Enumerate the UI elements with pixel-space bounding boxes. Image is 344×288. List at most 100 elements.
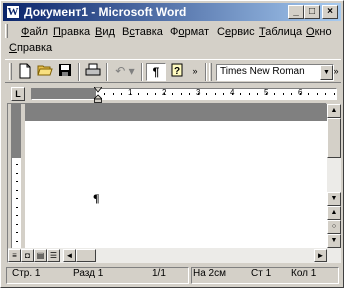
ruler-tick <box>308 93 309 95</box>
menu-window[interactable]: Окно <box>306 25 332 39</box>
ruler-tick <box>16 198 18 199</box>
undo-icon[interactable]: ↶ ▾ <box>111 63 139 81</box>
ruler-tick <box>282 93 284 95</box>
ruler-tick <box>180 93 182 95</box>
ruler-tick <box>214 93 216 95</box>
normal-view-icon[interactable]: ≡ <box>8 249 21 262</box>
status-column: Кол 1 <box>291 268 317 279</box>
ruler-tick <box>112 93 114 95</box>
scroll-right-icon[interactable]: ► <box>314 249 327 262</box>
status-bar: Стр. 1 Разд 1 1/1 На 2см Ст 1 Кол 1 <box>3 266 341 285</box>
ruler-tick <box>16 181 18 182</box>
next-page-icon[interactable]: ▼ <box>327 234 341 248</box>
font-name-value: Times New Roman <box>220 66 305 77</box>
menu-format[interactable]: Формат <box>170 25 209 39</box>
ruler-tick <box>16 164 18 165</box>
close-button[interactable]: × <box>322 5 338 19</box>
horizontal-scrollbar-row: ≡ ◘ ▤ ☰ ◄ ► <box>8 248 341 263</box>
ruler-tick <box>274 93 275 95</box>
ruler-tick <box>16 206 18 208</box>
ruler-tick <box>333 93 335 95</box>
horizontal-ruler[interactable]: 1 2 3 4 5 6 <box>31 87 337 103</box>
new-icon[interactable] <box>15 63 35 81</box>
scroll-thumb[interactable] <box>327 118 341 158</box>
menu-tools[interactable]: Сервис <box>217 25 255 39</box>
ruler-tick <box>257 93 258 95</box>
indent-marker-icon[interactable] <box>94 87 102 103</box>
ruler-tick <box>121 93 122 95</box>
status-page: Стр. 1 <box>12 268 41 279</box>
ruler-tick <box>129 93 131 95</box>
outline-view-icon[interactable]: ☰ <box>47 249 60 262</box>
ruler-tick <box>316 93 318 95</box>
standard-toolbar: ↶ ▾ ¶ ? » Times New Roman ▼ » <box>5 59 341 83</box>
ruler-tick <box>16 215 18 216</box>
ruler-tick <box>16 223 18 225</box>
scroll-left-icon[interactable]: ◄ <box>63 249 76 262</box>
ruler-tick <box>189 93 190 95</box>
vertical-scrollbar[interactable]: ▲ ▼ ▲ ○ ▼ <box>327 104 341 248</box>
word-app-icon[interactable]: W <box>6 5 20 19</box>
title-bar[interactable]: W Документ1 - Microsoft Word _ □ × <box>3 3 341 21</box>
menu-edit[interactable]: Правка <box>53 25 90 39</box>
menu-file[interactable]: Файл <box>21 25 48 39</box>
menu-table[interactable]: Таблица <box>259 25 302 39</box>
maximize-button[interactable]: □ <box>304 5 320 19</box>
vertical-ruler[interactable] <box>8 104 25 248</box>
paragraph-mark: ¶ <box>93 191 100 205</box>
browse-object-icon[interactable]: ○ <box>327 220 341 234</box>
ruler-tick <box>223 93 224 95</box>
scroll-up-icon[interactable]: ▲ <box>327 104 341 118</box>
ruler-tick <box>155 93 156 95</box>
minimize-button[interactable]: _ <box>288 5 304 19</box>
ruler-tick <box>16 240 18 242</box>
status-page-count: 1/1 <box>152 268 166 279</box>
horizontal-scroll-thumb[interactable] <box>76 249 96 262</box>
vertical-ruler-margin <box>11 104 21 158</box>
toolbar-grip-2[interactable] <box>209 63 212 81</box>
ruler-tick <box>231 93 233 95</box>
ruler-tick <box>299 93 301 95</box>
menu-bar: Файл Правка Вид Вставка Формат Сервис Та… <box>5 22 341 58</box>
toolbar-more-icon[interactable]: » <box>190 63 200 81</box>
ruler-tick <box>265 93 267 95</box>
toolbar-separator <box>205 63 207 81</box>
ruler-tick <box>325 93 326 95</box>
ruler-tick <box>16 172 18 174</box>
print-layout-icon[interactable]: ▤ <box>34 249 47 262</box>
web-view-icon[interactable]: ◘ <box>21 249 34 262</box>
ruler-tick <box>172 93 173 95</box>
help-icon[interactable]: ? <box>167 63 187 81</box>
ruler-tick <box>197 93 199 95</box>
show-marks-icon[interactable]: ¶ <box>146 63 166 81</box>
print-icon[interactable] <box>83 63 103 81</box>
toolbar-separator <box>78 63 80 81</box>
page-top-margin <box>25 104 327 121</box>
save-icon[interactable] <box>55 63 75 81</box>
ruler-tick <box>240 93 241 95</box>
ruler-tick <box>16 189 18 191</box>
ruler-margin <box>32 89 96 99</box>
ruler-tick <box>16 232 18 233</box>
status-section: Разд 1 <box>73 268 104 279</box>
horizontal-ruler-area: L 1 2 3 4 5 6 <box>5 85 341 103</box>
ruler-tick <box>163 93 165 95</box>
open-icon[interactable] <box>35 63 55 81</box>
menu-help[interactable]: Справка <box>9 41 52 55</box>
font-name-combo[interactable]: Times New Roman ▼ <box>216 64 334 81</box>
status-line: Ст 1 <box>251 268 272 279</box>
ruler-tick <box>206 93 207 95</box>
toolbar-separator <box>141 63 143 81</box>
menu-view[interactable]: Вид <box>95 25 115 39</box>
previous-page-icon[interactable]: ▲ <box>327 206 341 220</box>
document-page[interactable] <box>25 121 327 248</box>
toolbar-more-icon[interactable]: » <box>331 63 341 81</box>
toolbar-separator <box>106 63 108 81</box>
tab-selector[interactable]: L <box>11 87 25 101</box>
menu-insert[interactable]: Вставка <box>122 25 163 39</box>
ruler-tick <box>104 93 105 95</box>
status-at: На 2см <box>193 268 226 279</box>
scroll-down-icon[interactable]: ▼ <box>327 192 341 206</box>
ruler-tick <box>291 93 292 95</box>
toolbar-grip[interactable] <box>9 63 12 80</box>
